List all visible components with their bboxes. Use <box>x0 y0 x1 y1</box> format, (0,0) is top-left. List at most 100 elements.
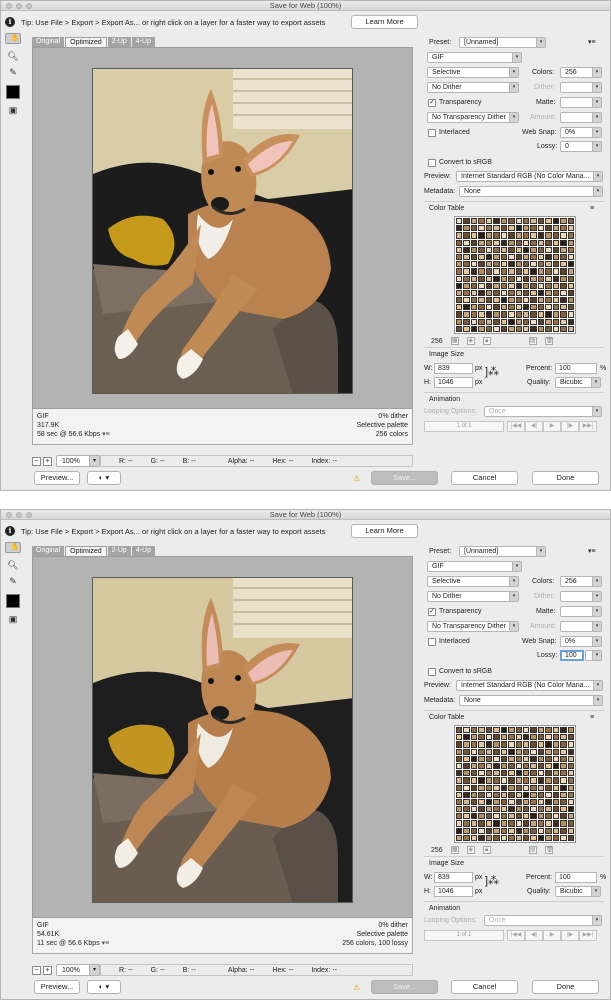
color-swatch[interactable] <box>567 755 574 762</box>
color-swatch[interactable] <box>493 748 500 755</box>
color-swatch[interactable] <box>515 727 522 734</box>
color-swatch[interactable] <box>537 253 545 261</box>
last-frame-icon[interactable]: ▶▶| <box>579 421 597 432</box>
color-swatch[interactable] <box>515 246 522 253</box>
color-swatch[interactable] <box>463 318 470 325</box>
color-swatch[interactable] <box>485 798 493 806</box>
color-swatch[interactable] <box>470 225 478 232</box>
zoom-in-icon[interactable]: + <box>43 456 52 466</box>
zoom-out-icon[interactable]: − <box>32 965 41 975</box>
color-swatch[interactable] <box>463 834 470 841</box>
save-button[interactable]: Save... <box>371 980 438 994</box>
matte-select[interactable]: ▾ <box>560 97 602 108</box>
color-swatch[interactable] <box>515 834 522 841</box>
color-swatch[interactable] <box>567 232 574 239</box>
transparency-dither-select[interactable]: No Transparency Dither ▾ <box>427 621 519 632</box>
color-swatch[interactable] <box>530 318 537 325</box>
color-swatch[interactable] <box>552 282 560 289</box>
color-swatch[interactable] <box>552 275 560 282</box>
color-swatch[interactable] <box>500 325 508 332</box>
color-swatch[interactable] <box>537 813 545 820</box>
color-swatch[interactable] <box>500 806 508 813</box>
color-swatch[interactable] <box>515 748 522 755</box>
color-swatch[interactable] <box>500 261 508 268</box>
color-swatch[interactable] <box>545 261 552 268</box>
color-swatch[interactable] <box>567 762 574 770</box>
color-swatch[interactable] <box>537 791 545 798</box>
color-swatch[interactable] <box>522 806 530 813</box>
color-swatch[interactable] <box>493 325 500 332</box>
color-swatch[interactable] <box>515 325 522 332</box>
transparency-checkbox[interactable]: ✓ <box>428 608 436 616</box>
color-swatch[interactable] <box>456 762 463 770</box>
color-swatch[interactable] <box>545 834 552 841</box>
color-swatch[interactable] <box>537 246 545 253</box>
color-swatch[interactable] <box>485 806 493 813</box>
color-swatch[interactable] <box>560 311 567 318</box>
link-dimensions-icon[interactable]: ]⁂ <box>485 876 499 887</box>
color-swatch[interactable] <box>485 246 493 253</box>
color-swatch[interactable] <box>508 297 515 304</box>
color-swatch[interactable] <box>567 239 574 246</box>
color-swatch[interactable] <box>522 232 530 239</box>
color-swatch[interactable] <box>530 289 537 297</box>
color-swatch[interactable] <box>560 218 567 225</box>
color-swatch[interactable] <box>463 246 470 253</box>
zoom-out-icon[interactable]: − <box>32 456 41 466</box>
color-swatch[interactable] <box>493 777 500 784</box>
color-swatch[interactable] <box>508 777 515 784</box>
color-swatch[interactable] <box>530 741 537 748</box>
trash-icon[interactable]: 🗑︎ <box>544 846 553 854</box>
color-swatch[interactable] <box>560 253 567 261</box>
color-swatch[interactable] <box>500 820 508 827</box>
color-swatch[interactable] <box>522 734 530 741</box>
color-swatch[interactable] <box>508 748 515 755</box>
color-swatch[interactable] <box>522 762 530 770</box>
color-swatch[interactable] <box>500 218 508 225</box>
color-swatch[interactable] <box>463 784 470 791</box>
color-swatch[interactable] <box>522 261 530 268</box>
color-swatch[interactable] <box>508 246 515 253</box>
color-swatch[interactable] <box>456 239 463 246</box>
color-swatch[interactable] <box>530 282 537 289</box>
color-swatch[interactable] <box>478 246 485 253</box>
minimize-window-button[interactable] <box>16 3 22 9</box>
color-swatch[interactable] <box>552 770 560 777</box>
color-swatch[interactable] <box>537 827 545 834</box>
color-swatch[interactable] <box>530 253 537 261</box>
preview-profile-select[interactable]: Internet Standard RGB (No Color Mana... ▾ <box>456 680 603 691</box>
color-swatch[interactable] <box>485 777 493 784</box>
color-swatch[interactable] <box>530 311 537 318</box>
color-swatch[interactable] <box>485 304 493 311</box>
color-swatch[interactable] <box>530 770 537 777</box>
color-swatch[interactable] <box>478 253 485 261</box>
color-swatch[interactable] <box>456 748 463 755</box>
color-swatch[interactable] <box>485 289 493 297</box>
transparency-dither-select[interactable]: No Transparency Dither ▾ <box>427 112 519 123</box>
color-swatch[interactable] <box>508 232 515 239</box>
color-swatch[interactable] <box>470 232 478 239</box>
color-swatch[interactable] <box>522 246 530 253</box>
color-swatch[interactable] <box>530 232 537 239</box>
color-swatch[interactable] <box>560 275 567 282</box>
color-swatch[interactable] <box>515 225 522 232</box>
color-swatch[interactable] <box>567 289 574 297</box>
color-swatch[interactable] <box>567 727 574 734</box>
color-swatch[interactable] <box>537 798 545 806</box>
color-swatch[interactable] <box>515 268 522 275</box>
color-swatch[interactable] <box>545 791 552 798</box>
color-swatch[interactable] <box>537 289 545 297</box>
play-icon[interactable]: ▶ <box>543 930 561 941</box>
color-swatch[interactable] <box>470 275 478 282</box>
color-swatch[interactable] <box>515 311 522 318</box>
color-swatch[interactable] <box>456 777 463 784</box>
color-swatch[interactable] <box>456 225 463 232</box>
color-swatch[interactable] <box>456 275 463 282</box>
color-swatch[interactable] <box>530 239 537 246</box>
color-swatch[interactable] <box>470 791 478 798</box>
done-button[interactable]: Done <box>532 980 599 994</box>
convert-srgb-checkbox[interactable] <box>428 668 436 676</box>
color-swatch[interactable] <box>485 755 493 762</box>
color-swatch[interactable] <box>456 282 463 289</box>
tab-2-up[interactable]: 2-Up <box>107 546 131 556</box>
